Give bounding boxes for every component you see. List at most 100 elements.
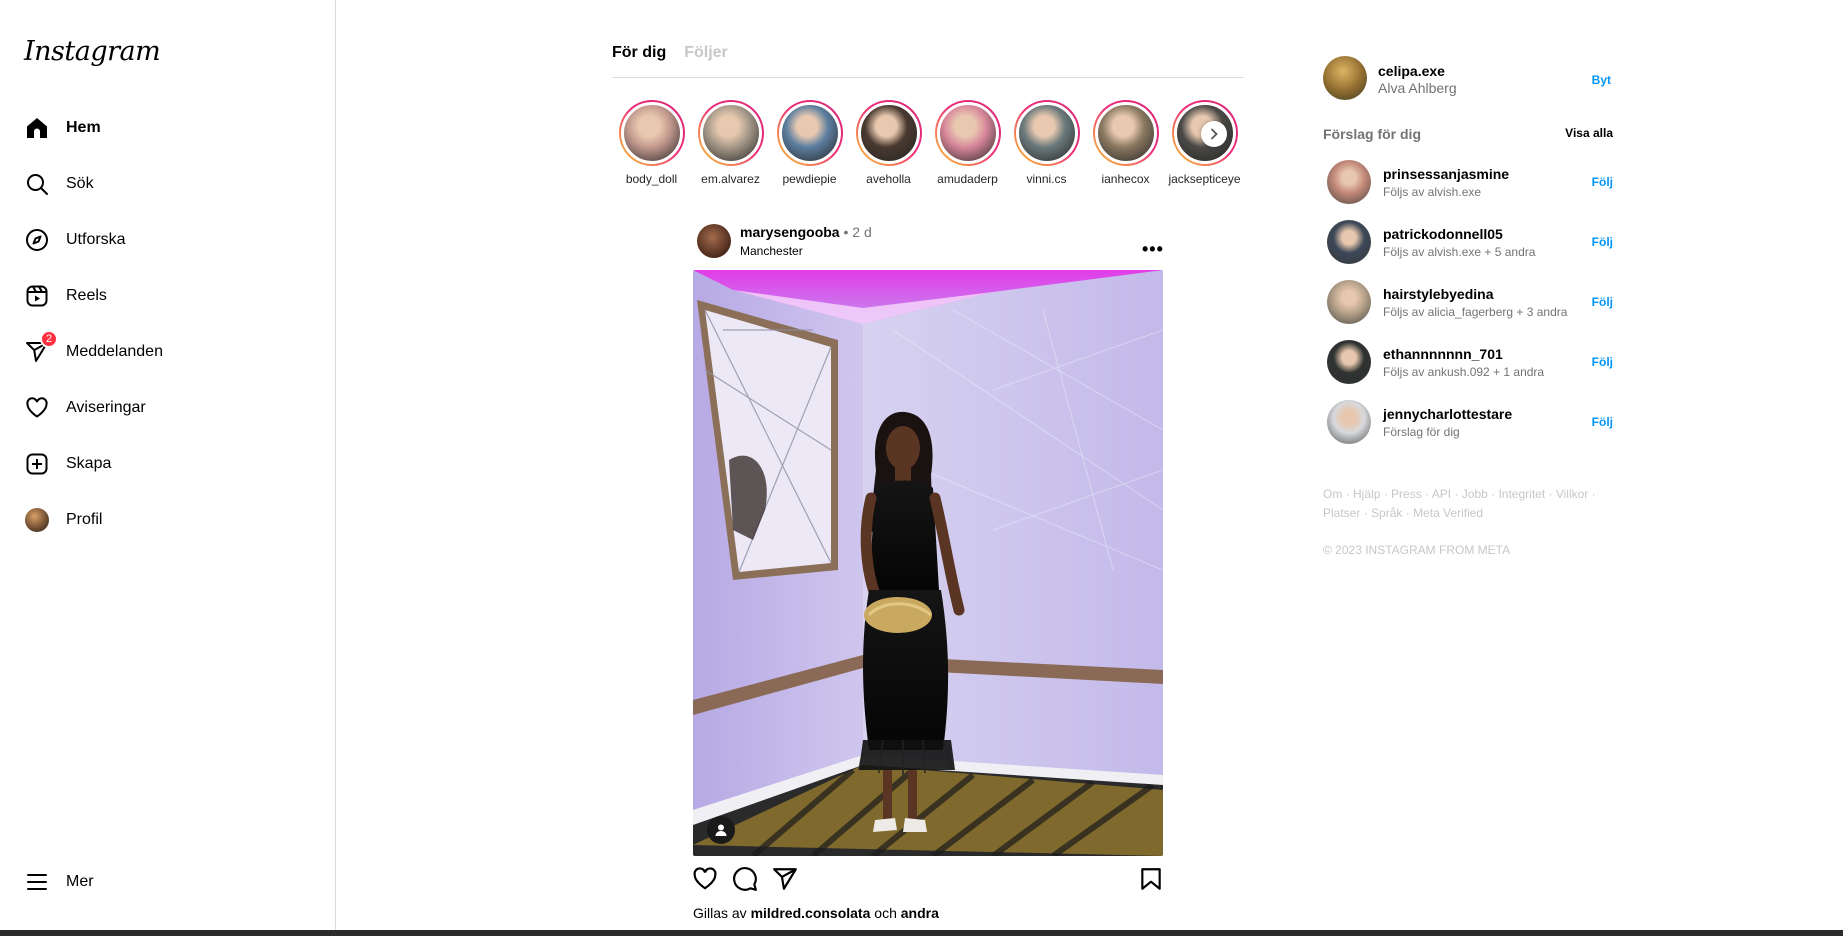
story-item[interactable]: vinni.cs bbox=[1007, 100, 1086, 190]
nav-item-notifications[interactable]: Aviseringar bbox=[12, 384, 322, 432]
story-avatar bbox=[857, 102, 920, 164]
heart-icon bbox=[24, 395, 50, 421]
story-ring bbox=[618, 100, 685, 166]
story-username: jacksepticeye bbox=[1168, 172, 1241, 186]
footer-links: Om · Hjälp · Press · API · Jobb · Integr… bbox=[1323, 487, 1596, 520]
nav-label-search: Sök bbox=[66, 175, 94, 192]
likes-user[interactable]: mildred.consolata bbox=[751, 905, 871, 921]
avatar[interactable] bbox=[1327, 400, 1371, 444]
like-icon[interactable] bbox=[692, 866, 720, 894]
story-item[interactable]: jacksepticeye bbox=[1165, 100, 1244, 190]
suggestion-username[interactable]: prinsessanjasmine bbox=[1383, 166, 1509, 182]
suggestion-username[interactable]: ethannnnnnn_701 bbox=[1383, 346, 1503, 362]
story-item[interactable]: amudaderp bbox=[928, 100, 1007, 190]
story-username: amudaderp bbox=[937, 172, 998, 186]
more-options-icon[interactable]: ••• bbox=[1142, 240, 1164, 258]
avatar[interactable] bbox=[1327, 160, 1371, 204]
home-icon bbox=[24, 115, 50, 141]
follow-button[interactable]: Följ bbox=[1592, 175, 1613, 189]
follow-button[interactable]: Följ bbox=[1592, 415, 1613, 429]
suggestions-header: Förslag för dig Visa alla bbox=[1323, 126, 1613, 142]
avatar[interactable] bbox=[1327, 340, 1371, 384]
bookmark-icon[interactable] bbox=[1138, 866, 1166, 894]
follow-button[interactable]: Följ bbox=[1592, 295, 1613, 309]
messenger-icon: 2 bbox=[24, 330, 58, 365]
nav-item-create[interactable]: Skapa bbox=[12, 440, 322, 488]
comment-icon[interactable] bbox=[732, 866, 760, 894]
suggestion-context: Följs av alvish.exe bbox=[1383, 185, 1482, 199]
likes-prefix: Gillas av bbox=[693, 905, 747, 921]
feed-tabs: För dig Följer bbox=[612, 44, 1244, 78]
footer-link[interactable]: API bbox=[1432, 487, 1451, 501]
footer-link[interactable]: Integritet bbox=[1498, 487, 1545, 501]
suggestion-username[interactable]: patrickodonnell05 bbox=[1383, 226, 1503, 242]
current-user-card: celipa.exe Alva Ahlberg Byt bbox=[1323, 56, 1613, 104]
current-username[interactable]: celipa.exe bbox=[1378, 63, 1445, 79]
post-image[interactable] bbox=[693, 270, 1163, 856]
nav-item-explore[interactable]: Utforska bbox=[12, 216, 322, 264]
suggestion-context: Följs av ankush.092 + 1 andra bbox=[1383, 365, 1545, 379]
search-icon bbox=[24, 171, 50, 197]
stories-tray: body_doll em.alvarez pewdiepie aveholla … bbox=[612, 100, 1244, 190]
story-item[interactable]: pewdiepie bbox=[770, 100, 849, 190]
story-item[interactable]: ianhecox bbox=[1086, 100, 1165, 190]
story-ring bbox=[776, 100, 843, 166]
footer-link[interactable]: Om bbox=[1323, 487, 1342, 501]
nav-item-reels[interactable]: Reels bbox=[12, 272, 322, 320]
nav-item-search[interactable]: Sök bbox=[12, 160, 322, 208]
story-ring bbox=[1013, 100, 1080, 166]
current-full-name: Alva Ahlberg bbox=[1378, 80, 1457, 96]
avatar[interactable] bbox=[1327, 220, 1371, 264]
post-author-avatar[interactable] bbox=[697, 224, 731, 258]
footer-link[interactable]: Platser bbox=[1323, 506, 1360, 520]
profile-avatar-wrap bbox=[24, 507, 50, 533]
switch-account-button[interactable]: Byt bbox=[1592, 73, 1611, 87]
footer-link[interactable]: Hjälp bbox=[1353, 487, 1380, 501]
tab-following[interactable]: Följer bbox=[684, 44, 728, 77]
post-username[interactable]: marysengooba bbox=[740, 224, 840, 240]
footer-link[interactable]: Villkor bbox=[1556, 487, 1588, 501]
footer-link[interactable]: Språk bbox=[1371, 506, 1402, 520]
footer-link[interactable]: Jobb bbox=[1462, 487, 1488, 501]
story-ring bbox=[855, 100, 922, 166]
suggestion-context: Följs av alvish.exe + 5 andra bbox=[1383, 245, 1536, 259]
footer-link[interactable]: Press bbox=[1391, 487, 1422, 501]
story-item[interactable]: em.alvarez bbox=[691, 100, 770, 190]
nav-label-messages: Meddelanden bbox=[66, 343, 163, 360]
see-all-button[interactable]: Visa alla bbox=[1565, 126, 1613, 142]
taskbar-edge bbox=[0, 930, 1843, 936]
nav-item-profile[interactable]: Profil bbox=[12, 496, 322, 544]
nav-item-more[interactable]: Mer bbox=[12, 858, 322, 906]
footer-link[interactable]: Meta Verified bbox=[1413, 506, 1483, 520]
avatar[interactable] bbox=[1323, 56, 1367, 100]
instagram-logo[interactable]: Instagram bbox=[24, 36, 161, 67]
likes-line: Gillas av mildred.consolata och andra bbox=[693, 905, 939, 921]
suggestion-username[interactable]: jennycharlottestare bbox=[1383, 406, 1512, 422]
story-username: aveholla bbox=[866, 172, 911, 186]
story-avatar bbox=[699, 102, 762, 164]
share-icon[interactable] bbox=[772, 866, 800, 894]
nav-item-messages[interactable]: 2 Meddelanden bbox=[12, 328, 322, 376]
follow-button[interactable]: Följ bbox=[1592, 235, 1613, 249]
likes-others[interactable]: andra bbox=[901, 905, 939, 921]
stories-next-button[interactable] bbox=[1201, 121, 1227, 147]
story-item[interactable]: body_doll bbox=[612, 100, 691, 190]
story-ring bbox=[1092, 100, 1159, 166]
story-avatar bbox=[1015, 102, 1078, 164]
nav-item-home[interactable]: Hem bbox=[12, 104, 322, 152]
post-location[interactable]: Manchester bbox=[740, 244, 803, 258]
follow-button[interactable]: Följ bbox=[1592, 355, 1613, 369]
story-avatar bbox=[1094, 102, 1157, 164]
hamburger-menu-icon bbox=[24, 869, 50, 895]
post-time[interactable]: 2 d bbox=[852, 224, 871, 240]
avatar[interactable] bbox=[1327, 280, 1371, 324]
copyright: © 2023 INSTAGRAM FROM META bbox=[1323, 543, 1511, 557]
tagged-user-button[interactable] bbox=[707, 816, 735, 844]
story-username: vinni.cs bbox=[1026, 172, 1067, 186]
tab-for-you[interactable]: För dig bbox=[612, 44, 666, 77]
unread-badge: 2 bbox=[40, 330, 58, 348]
story-item[interactable]: aveholla bbox=[849, 100, 928, 190]
nav-label-home: Hem bbox=[66, 119, 101, 136]
suggestion-username[interactable]: hairstylebyedina bbox=[1383, 286, 1494, 302]
user-tag-icon bbox=[715, 824, 727, 836]
